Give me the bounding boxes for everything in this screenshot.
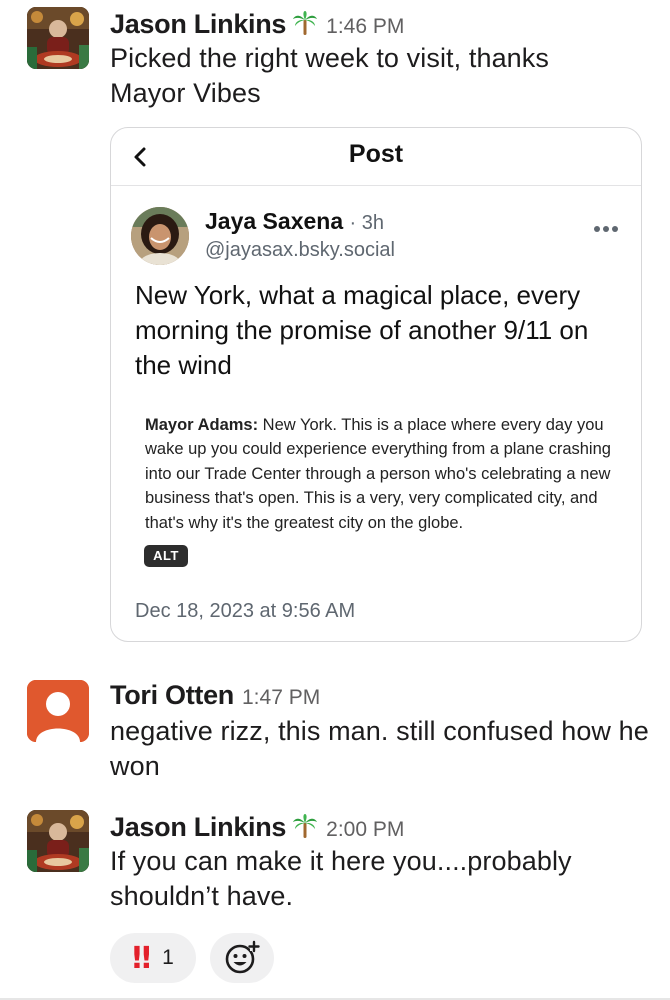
message-text: negative rizz, this man. still confused … xyxy=(110,716,649,781)
avatar-jason-image xyxy=(27,810,89,872)
quote-speaker: Mayor Adams: xyxy=(145,416,259,434)
message-text: If you can make it here you....probably … xyxy=(110,846,572,911)
message-time[interactable]: 1:46 PM xyxy=(326,15,404,39)
reaction-count: 1 xyxy=(162,946,174,969)
avatar-tori-otten[interactable] xyxy=(27,680,89,742)
post-date: Dec 18, 2023 at 9:56 AM xyxy=(135,600,356,622)
avatar-jason-image xyxy=(27,7,89,69)
post-text: New York, what a magical place, every mo… xyxy=(135,280,589,380)
sender-name[interactable]: Jason Linkins xyxy=(110,812,286,843)
palm-tree-icon xyxy=(292,813,318,839)
default-user-icon xyxy=(27,680,89,742)
avatar-jason-linkins[interactable] xyxy=(27,810,89,872)
embedded-post-card[interactable]: Post Jaya Saxena · 3h @jayasax.bsky.soci… xyxy=(110,127,642,642)
post-image-quote: Mayor Adams: New York. This is a place w… xyxy=(145,413,615,535)
double-exclamation-icon: ‼ xyxy=(132,940,151,976)
card-topbar: Post xyxy=(111,128,641,186)
sender-name[interactable]: Jason Linkins xyxy=(110,9,286,40)
message-time[interactable]: 2:00 PM xyxy=(326,818,404,842)
post-age: · 3h xyxy=(349,212,384,234)
avatar-jason-linkins[interactable] xyxy=(27,7,89,69)
reaction-double-exclamation[interactable]: ‼ 1 xyxy=(110,933,196,983)
post-author-name[interactable]: Jaya Saxena xyxy=(205,208,343,234)
palm-tree-icon xyxy=(292,10,318,36)
card-title: Post xyxy=(348,140,404,168)
sender-name[interactable]: Tori Otten xyxy=(110,680,234,711)
alt-text-badge[interactable]: ALT xyxy=(144,545,188,567)
more-options-icon[interactable] xyxy=(593,224,619,234)
reactions-bar: ‼ 1 xyxy=(110,933,274,983)
post-author-avatar-image xyxy=(131,207,189,265)
message-time[interactable]: 1:47 PM xyxy=(242,686,320,710)
post-author-handle[interactable]: @jayasax.bsky.social xyxy=(205,239,395,262)
post-author-line: Jaya Saxena · 3h xyxy=(205,208,384,235)
add-reaction-button[interactable] xyxy=(210,933,274,983)
post-image[interactable]: Mayor Adams: New York. This is a place w… xyxy=(135,399,619,567)
add-reaction-icon xyxy=(225,940,260,974)
post-author-avatar[interactable] xyxy=(131,207,189,265)
message-text: Picked the right week to visit, thanks M… xyxy=(110,43,550,108)
